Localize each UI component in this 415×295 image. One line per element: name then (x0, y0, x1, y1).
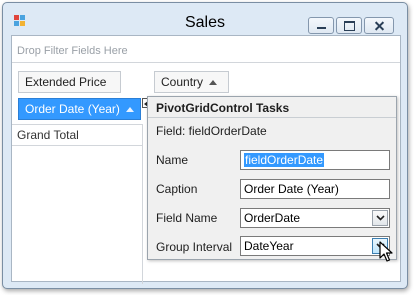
field-name-label: Field Name (156, 211, 218, 225)
column-field-country[interactable]: Country (154, 71, 229, 93)
grand-total-label: Grand Total (17, 128, 79, 142)
group-interval-value: DateYear (244, 239, 294, 253)
grand-total-header: Grand Total (12, 124, 142, 146)
caption-value: Order Date (Year) (244, 182, 339, 196)
column-divider (142, 124, 143, 284)
name-value: fieldOrderDate (244, 153, 325, 167)
caption-input[interactable]: Order Date (Year) (240, 179, 390, 199)
app-window: Sales Drop Filter Fields Here Extended P… (2, 2, 408, 289)
tasks-divider (148, 117, 396, 118)
data-field-label: Extended Price (25, 75, 107, 89)
tasks-subtitle: Field: fieldOrderDate (156, 124, 267, 138)
minimize-button[interactable] (308, 17, 334, 34)
caption-label: Caption (156, 182, 198, 196)
field-name-dropdown-button[interactable] (372, 210, 388, 226)
column-field-label: Country (161, 75, 204, 89)
row-field-order-date[interactable]: Order Date (Year) (18, 98, 141, 120)
group-interval-combo[interactable]: DateYear (240, 236, 390, 256)
filter-area-hint: Drop Filter Fields Here (17, 45, 128, 57)
sort-ascending-icon (125, 107, 134, 112)
filter-header-area[interactable]: Drop Filter Fields Here (12, 36, 400, 63)
close-button[interactable] (364, 17, 394, 34)
field-name-value: OrderDate (244, 211, 301, 225)
field-name-combo[interactable]: OrderDate (240, 208, 390, 228)
title-bar[interactable]: Sales (3, 3, 407, 34)
tasks-panel: PivotGridControl Tasks Field: fieldOrder… (147, 96, 397, 260)
tasks-title: PivotGridControl Tasks (156, 101, 290, 115)
mouse-cursor-icon (379, 241, 393, 262)
row-field-label: Order Date (Year) (25, 102, 120, 116)
maximize-button[interactable] (336, 17, 362, 34)
name-label: Name (156, 153, 189, 167)
data-field-extended-price[interactable]: Extended Price (18, 71, 121, 93)
sort-ascending-icon (209, 80, 218, 85)
name-input[interactable]: fieldOrderDate (240, 150, 390, 170)
chevron-down-icon (376, 215, 385, 221)
group-interval-label: Group Interval (156, 240, 233, 254)
